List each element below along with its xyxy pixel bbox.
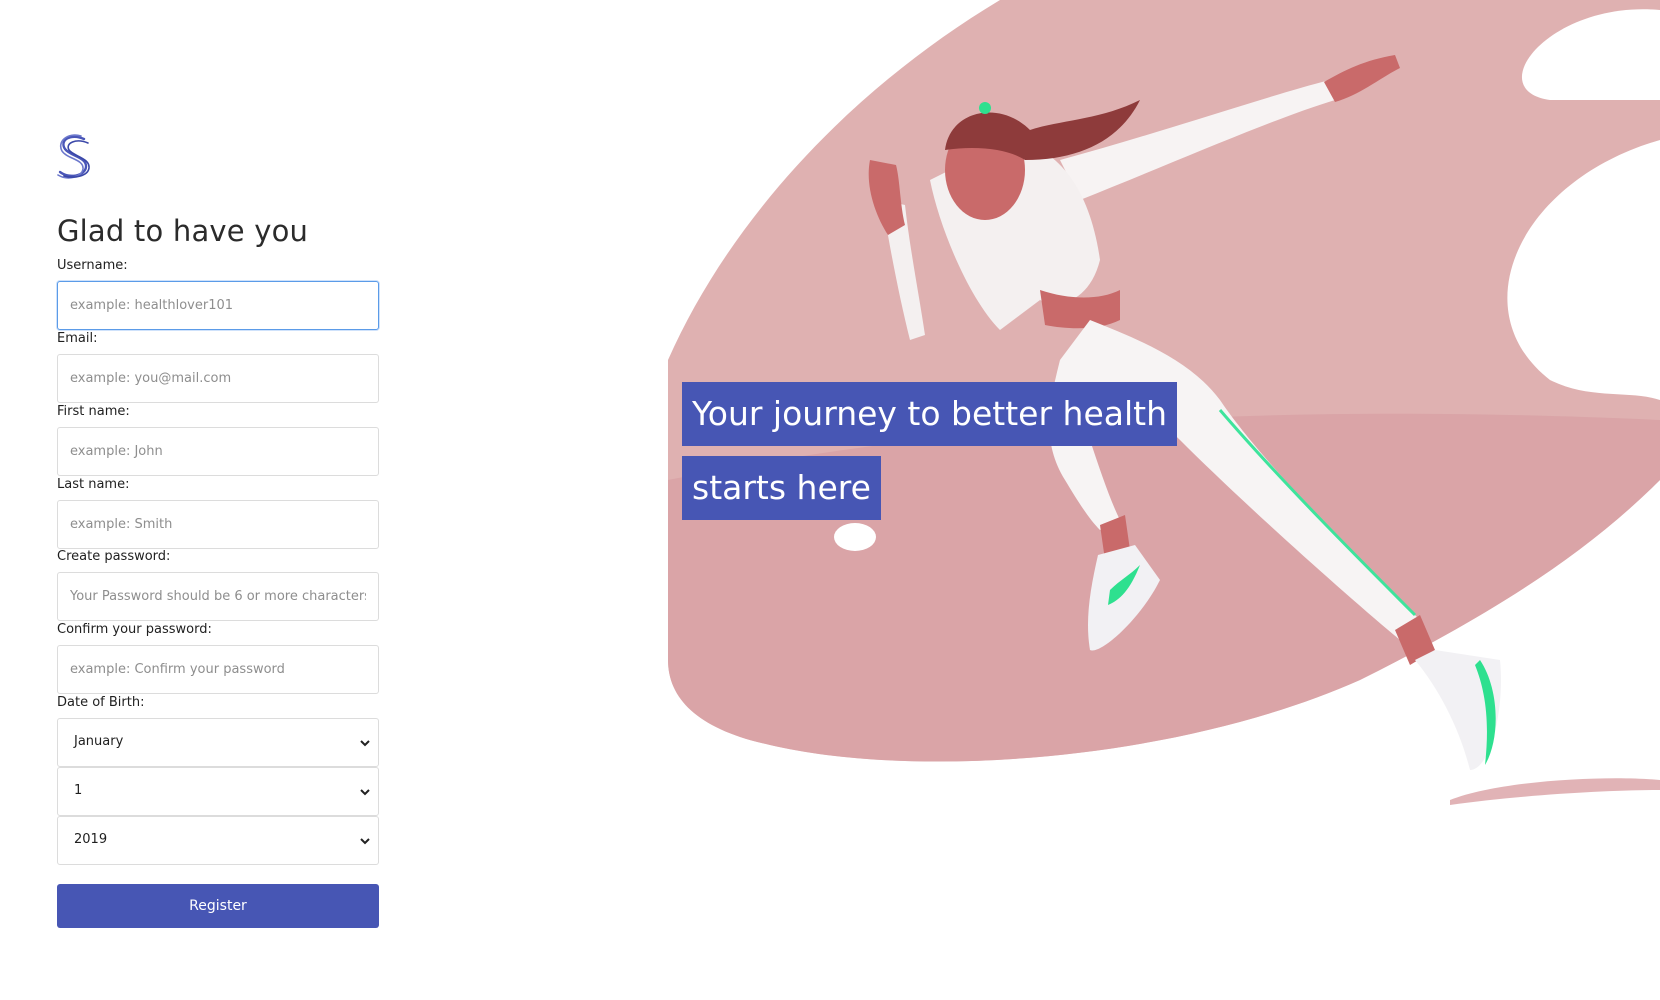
dob-label: Date of Birth: xyxy=(57,695,145,710)
register-button[interactable]: Register xyxy=(57,884,379,928)
dob-day-value: 1 xyxy=(74,783,83,798)
username-input[interactable] xyxy=(57,281,379,330)
registration-page: Glad to have you Username: Email: First … xyxy=(0,0,1660,1000)
username-label: Username: xyxy=(57,258,128,273)
page-title: Glad to have you xyxy=(57,214,309,248)
password-input[interactable] xyxy=(57,572,379,621)
hero-tagline-line-2: starts here xyxy=(682,456,881,520)
hero-tagline-line-1: Your journey to better health xyxy=(682,382,1178,446)
registration-form: Glad to have you Username: Email: First … xyxy=(57,0,379,1000)
last-name-input[interactable] xyxy=(57,500,379,549)
first-name-input[interactable] xyxy=(57,427,379,476)
email-label: Email: xyxy=(57,331,98,346)
password-label: Create password: xyxy=(57,549,171,564)
hero-panel: Your journey to better health starts her… xyxy=(620,0,1660,1000)
s-wave-logo-icon xyxy=(57,134,90,179)
chevron-down-icon xyxy=(360,789,370,796)
first-name-label: First name: xyxy=(57,404,130,419)
last-name-label: Last name: xyxy=(57,477,130,492)
dob-year-value: 2019 xyxy=(74,832,108,847)
dob-day-select[interactable]: 1 xyxy=(57,767,379,816)
dob-month-select[interactable]: January xyxy=(57,718,379,767)
email-input[interactable] xyxy=(57,354,379,403)
confirm-password-input[interactable] xyxy=(57,645,379,694)
dob-year-select[interactable]: 2019 xyxy=(57,816,379,865)
confirm-password-label: Confirm your password: xyxy=(57,622,212,637)
dob-month-value: January xyxy=(74,734,124,749)
chevron-down-icon xyxy=(360,838,370,845)
chevron-down-icon xyxy=(360,740,370,747)
